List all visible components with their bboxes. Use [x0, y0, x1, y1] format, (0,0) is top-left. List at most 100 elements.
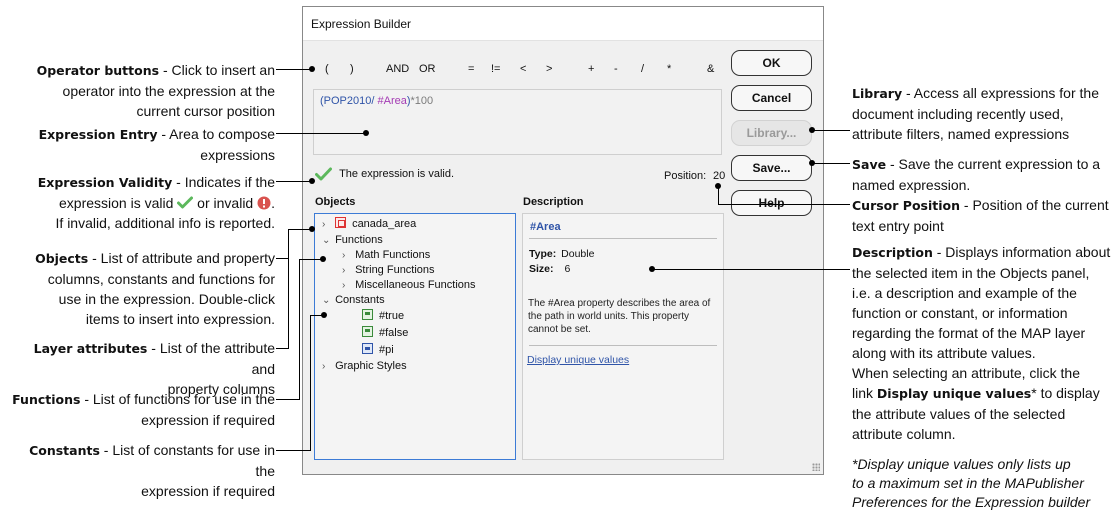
leader-line [812, 163, 850, 164]
table-icon [335, 217, 347, 228]
save-button[interactable]: Save... [731, 155, 812, 181]
annotation-text: If invalid, additional info is reported. [55, 215, 275, 231]
chevron-right-icon[interactable]: › [322, 217, 332, 233]
leader-dot [309, 178, 315, 184]
annotation-text: *Display unique values only lists up [852, 456, 1071, 472]
tree-item-graphic-styles[interactable]: › Graphic Styles [322, 358, 407, 374]
objects-panel[interactable]: › canada_area ⌄ Functions › Math Functio… [314, 213, 516, 460]
annotation-text: the selected item in the Objects panel, [852, 265, 1090, 281]
resize-grip[interactable] [812, 463, 820, 471]
operator-button-not-equals[interactable]: != [491, 63, 500, 75]
size-row: Size: 6 [529, 263, 570, 275]
boolean-icon [362, 326, 373, 337]
tree-item-pi[interactable]: #pi [362, 342, 394, 358]
annotation-text: When selecting an attribute, click the [852, 365, 1081, 381]
tree-item-canada-area[interactable]: › canada_area [322, 216, 416, 232]
leader-dot [649, 266, 655, 272]
annotation-title: Save [852, 157, 887, 172]
leader-line [299, 259, 300, 400]
chevron-down-icon[interactable]: ⌄ [322, 293, 332, 309]
operator-button-less-than[interactable]: < [520, 63, 526, 75]
annotation-title: Expression Entry [38, 127, 158, 142]
operator-button-minus[interactable]: - [614, 63, 618, 75]
leader-dot [809, 160, 815, 166]
chevron-right-icon[interactable]: › [322, 359, 332, 375]
tree-item-label: #true [379, 310, 405, 322]
help-button[interactable]: Help [731, 190, 812, 216]
expression-entry[interactable]: (POP2010/ #Area)*100 [313, 89, 722, 155]
tree-item-constants[interactable]: ⌄ Constants [322, 292, 385, 308]
annotation-text: Display unique values [876, 386, 1032, 401]
tree-item-functions[interactable]: ⌄ Functions [322, 232, 383, 248]
annotation-text: i.e. a description and example of the [852, 285, 1077, 301]
operator-button-greater-than[interactable]: > [546, 63, 552, 75]
annotation-text: link [852, 385, 877, 401]
library-button[interactable]: Library... [731, 120, 812, 146]
type-row: Type: Double [529, 248, 594, 260]
tree-item-false[interactable]: #false [362, 325, 408, 341]
annotation-text: - List of constants for use in the [99, 442, 275, 479]
invalid-error-icon [257, 196, 271, 210]
tree-item-label: Miscellaneous Functions [355, 279, 476, 291]
position-value: 20 [713, 170, 726, 182]
description-title: #Area [530, 221, 561, 233]
annotation-save: Save - Save the current expression to a … [852, 154, 1112, 195]
annotation-text: function or constant, or information [852, 305, 1068, 321]
annotation-text: to a maximum set in the MAPublisher [852, 475, 1084, 491]
valid-check-icon [315, 167, 332, 181]
operator-button-plus[interactable]: + [588, 63, 594, 75]
annotation-text: or invalid [193, 195, 258, 211]
tree-item-label: Functions [335, 234, 383, 246]
tree-item-misc-functions[interactable]: › Miscellaneous Functions [342, 277, 476, 293]
tree-item-label: Constants [335, 294, 385, 306]
cancel-button[interactable]: Cancel [731, 85, 812, 111]
tree-item-string-functions[interactable]: › String Functions [342, 262, 435, 278]
leader-line [276, 399, 299, 400]
annotation-text: expression if required [141, 483, 275, 499]
annotation-title: Library [852, 86, 903, 101]
tree-item-math-functions[interactable]: › Math Functions [342, 247, 430, 263]
number-icon [362, 343, 373, 354]
leader-dot [309, 66, 315, 72]
chevron-down-icon[interactable]: ⌄ [322, 233, 332, 249]
annotation-text: operator into the expression at the [62, 83, 275, 99]
annotation-text: - Area to compose [157, 126, 275, 142]
tree-item-true[interactable]: #true [362, 308, 404, 324]
annotation-text: - Save the current expression to a [886, 156, 1101, 172]
annotation-text: expression if required [141, 412, 275, 428]
display-unique-values-link[interactable]: Display unique values [527, 354, 629, 366]
leader-dot [309, 226, 315, 232]
tree-item-label: String Functions [355, 264, 435, 276]
description-label: Description [523, 196, 584, 208]
annotation-text: - List of attribute and property [88, 250, 275, 266]
annotation-text: text entry point [852, 218, 944, 234]
position-label: Position: [664, 170, 707, 182]
annotation-text: - List of functions for use in the [80, 391, 275, 407]
annotation-objects: Objects - List of attribute and property… [10, 248, 275, 329]
validity-status: The expression is valid. [315, 167, 454, 181]
operator-button-or[interactable]: OR [419, 63, 436, 75]
annotation-text: use in the expression. Double-click [58, 291, 275, 307]
operator-button-divide[interactable]: / [641, 63, 644, 75]
expression-token: *100 [410, 95, 434, 107]
annotation-text: expressions [200, 147, 275, 163]
annotation-footnote: *Display unique values only lists up to … [852, 455, 1112, 512]
description-text: The #Area property describes the area of… [528, 298, 711, 335]
operator-button-close-paren[interactable]: ) [350, 63, 354, 75]
leader-line [276, 181, 312, 182]
annotation-text: document including recently used, [852, 106, 1064, 122]
operator-button-ampersand[interactable]: & [707, 63, 714, 75]
annotation-expression-validity: Expression Validity - Indicates if the e… [10, 172, 275, 233]
expression-token: (POP2010/ [320, 95, 378, 107]
operator-button-equals[interactable]: = [468, 63, 474, 75]
annotation-title: Description [852, 245, 933, 260]
dialog-title: Expression Builder [303, 7, 823, 41]
objects-label: Objects [315, 196, 356, 208]
operator-button-open-paren[interactable]: ( [325, 63, 329, 75]
annotation-text: columns, constants and functions for [47, 271, 275, 287]
annotation-title: Layer attributes [33, 341, 148, 356]
operator-button-multiply[interactable]: * [667, 63, 671, 75]
operator-button-and[interactable]: AND [386, 63, 409, 75]
annotation-library: Library - Access all expressions for the… [852, 83, 1112, 144]
ok-button[interactable]: OK [731, 50, 812, 76]
